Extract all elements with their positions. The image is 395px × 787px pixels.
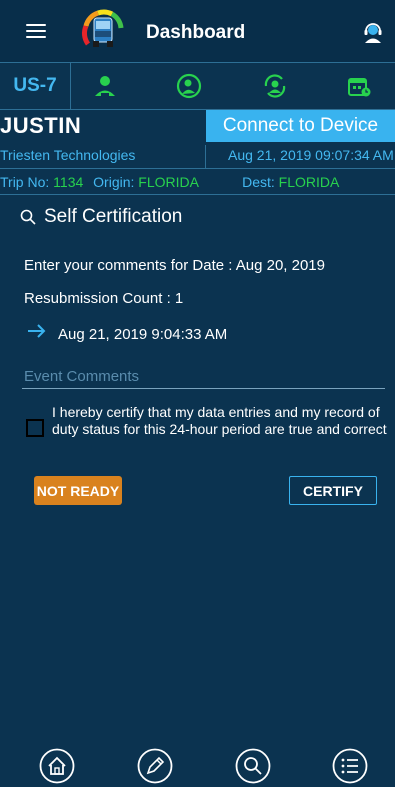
- trip-no-value: 1134: [53, 174, 84, 190]
- divider: [0, 168, 395, 169]
- certify-checkbox[interactable]: [26, 419, 44, 437]
- origin-value: FLORIDA: [138, 174, 199, 190]
- sleeper-icon[interactable]: [176, 73, 202, 99]
- calendar-clock-icon[interactable]: [346, 73, 372, 99]
- input-underline: [22, 388, 385, 389]
- dest-value: FLORIDA: [278, 174, 340, 190]
- comments-date-text: Enter your comments for Date : Aug 20, 2…: [24, 257, 325, 274]
- arrow-right-icon: [28, 324, 46, 338]
- driver-icon[interactable]: [92, 73, 118, 99]
- company-name: Triesten Technologies: [0, 147, 136, 163]
- driver-rotate-icon[interactable]: [262, 73, 288, 99]
- divider: [205, 145, 206, 169]
- edit-pencil-icon[interactable]: [137, 748, 173, 784]
- section-title: Self Certification: [44, 206, 183, 227]
- trip-no-label: Trip No:: [0, 174, 50, 190]
- search-icon[interactable]: [235, 748, 271, 784]
- certify-button[interactable]: CERTIFY: [289, 476, 377, 505]
- driver-name: JUSTIN: [0, 113, 82, 138]
- page-title: Dashboard: [146, 22, 246, 43]
- status-row: US-7: [0, 63, 395, 110]
- list-menu-icon[interactable]: [332, 748, 368, 784]
- dest-label: Dest:: [242, 174, 275, 190]
- resubmission-count: Resubmission Count : 1: [24, 290, 184, 307]
- divider: [0, 194, 395, 195]
- top-app-bar: Dashboard: [0, 0, 395, 63]
- support-headset-icon[interactable]: [362, 22, 384, 44]
- origin-label: Origin:: [93, 174, 135, 190]
- event-timestamp: Aug 21, 2019 9:04:33 AM: [58, 326, 228, 343]
- not-ready-button[interactable]: NOT READY: [34, 476, 122, 505]
- certify-statement: I hereby certify that my data entries an…: [52, 404, 387, 437]
- hamburger-menu-icon[interactable]: [26, 24, 46, 38]
- trip-info: Trip No: 1134 Origin: FLORIDA Dest: FLOR…: [0, 174, 339, 190]
- home-icon[interactable]: [39, 748, 75, 784]
- search-icon: [20, 209, 36, 225]
- current-datetime: Aug 21, 2019 09:07:34 AM: [228, 147, 394, 163]
- connect-to-device-button[interactable]: Connect to Device: [206, 110, 395, 142]
- truck-gauge-logo: [81, 9, 124, 47]
- section-header: Self Certification: [20, 206, 182, 228]
- unit-id[interactable]: US-7: [0, 63, 71, 109]
- event-comments-input[interactable]: Event Comments: [24, 368, 139, 385]
